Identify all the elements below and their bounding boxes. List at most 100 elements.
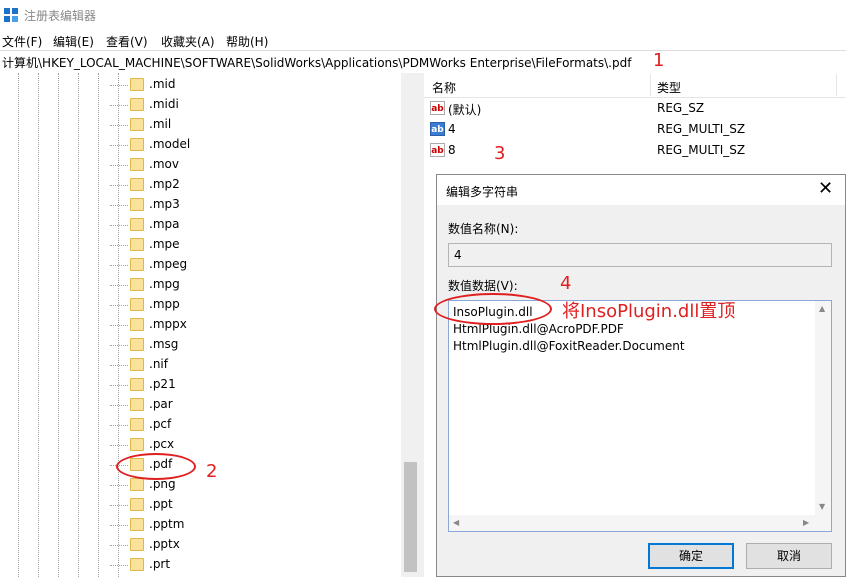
tree-item[interactable]: .pptx (110, 535, 310, 555)
string-value-icon: ab (430, 122, 445, 136)
textarea-vertical-scrollbar[interactable] (815, 301, 831, 515)
tree-item[interactable]: .pcx (110, 435, 310, 455)
tree-item[interactable]: .model (110, 135, 310, 155)
tree-item-label: .prt (149, 557, 171, 571)
folder-icon (130, 398, 144, 411)
folder-icon (130, 78, 144, 91)
tree-item[interactable]: .prt (110, 555, 310, 575)
tree-item[interactable]: .mpeg (110, 255, 310, 275)
scroll-left-icon[interactable]: ◀ (453, 518, 459, 527)
folder-icon (130, 218, 144, 231)
ok-button[interactable]: 确定 (648, 543, 734, 569)
tree-item-label: .mppx (149, 317, 187, 331)
annotation-1: 1 (653, 50, 665, 71)
value-name: 4 (448, 122, 456, 136)
tree-connector (110, 265, 128, 266)
tree-item[interactable]: .midi (110, 95, 310, 115)
tree-connector (110, 325, 128, 326)
tree-item[interactable]: .mpa (110, 215, 310, 235)
window-title: 注册表编辑器 (24, 9, 97, 23)
cancel-button[interactable]: 取消 (746, 543, 832, 569)
tree-connector (110, 285, 128, 286)
folder-icon (130, 498, 144, 511)
scroll-down-icon[interactable]: ▼ (819, 502, 825, 511)
folder-icon (130, 298, 144, 311)
tree-connector (110, 165, 128, 166)
column-header-name[interactable]: 名称 (432, 79, 456, 96)
key-tree[interactable]: .mid .midi .mil .model .mov .mp2 .mp3 .mpa .mpe.… (0, 73, 420, 577)
tree-connector (110, 365, 128, 366)
tree-item[interactable]: .mov (110, 155, 310, 175)
tree-item[interactable]: .mid (110, 75, 310, 95)
close-icon[interactable]: ✕ (818, 178, 833, 199)
tree-item[interactable]: .pptm (110, 515, 310, 535)
textarea-horizontal-scrollbar[interactable] (449, 515, 831, 531)
tree-item-label: .mpp (149, 297, 180, 311)
tree-item-label: .pcf (149, 417, 172, 431)
value-name: 8 (448, 143, 456, 157)
tree-item-label: .midi (149, 97, 179, 111)
tree-connector (110, 105, 128, 106)
tree-connector (110, 245, 128, 246)
menu-help[interactable]: 帮助(H) (226, 33, 268, 50)
column-separator[interactable] (650, 74, 651, 96)
menu-favorites[interactable]: 收藏夹(A) (161, 33, 215, 50)
tree-item[interactable]: .mp2 (110, 175, 310, 195)
folder-icon (130, 338, 144, 351)
tree-connector (110, 345, 128, 346)
tree-item[interactable]: .mil (110, 115, 310, 135)
value-name: (默认) (448, 103, 482, 117)
tree-connector (110, 505, 128, 506)
folder-icon (130, 478, 144, 491)
tree-connector (110, 445, 128, 446)
tree-connector (110, 145, 128, 146)
tree-item-label: .pptx (149, 537, 180, 551)
column-header-type[interactable]: 类型 (657, 79, 681, 96)
tree-item[interactable]: .p21 (110, 375, 310, 395)
tree-item-label: .p21 (149, 377, 176, 391)
tree-item[interactable]: .par (110, 395, 310, 415)
tree-connector (110, 485, 128, 486)
title-bar (0, 0, 846, 30)
string-value-icon: ab (430, 143, 445, 157)
tree-scrollbar-thumb[interactable] (404, 462, 417, 572)
tree-item-label: .mpg (149, 277, 180, 291)
tree-item[interactable]: .pcf (110, 415, 310, 435)
folder-icon (130, 118, 144, 131)
tree-item[interactable]: .msg (110, 335, 310, 355)
folder-icon (130, 438, 144, 451)
tree-connector (110, 385, 128, 386)
tree-item[interactable]: .mpe (110, 235, 310, 255)
folder-icon (130, 558, 144, 571)
tree-item[interactable]: .mp3 (110, 195, 310, 215)
scroll-right-icon[interactable]: ▶ (803, 518, 809, 527)
menu-edit[interactable]: 编辑(E) (53, 33, 94, 50)
dialog-title: 编辑多字符串 (446, 185, 519, 199)
tree-item-label: .mpa (149, 217, 180, 231)
tree-item[interactable]: .nif (110, 355, 310, 375)
folder-icon (130, 258, 144, 271)
tree-item-label: .mid (149, 77, 176, 91)
value-row[interactable]: ab 4 REG_MULTI_SZ (424, 119, 844, 140)
value-row[interactable]: ab (默认) REG_SZ (424, 98, 844, 119)
scroll-up-icon[interactable]: ▲ (819, 304, 825, 313)
tree-item-label: .mpe (149, 237, 180, 251)
value-data-label: 数值数据(V): (448, 279, 518, 293)
address-path[interactable]: 计算机\HKEY_LOCAL_MACHINE\SOFTWARE\SolidWor… (2, 54, 631, 71)
folder-icon (130, 138, 144, 151)
value-name-text: 4 (454, 248, 462, 262)
value-row[interactable]: ab 8 REG_MULTI_SZ (424, 140, 844, 161)
tree-item-label: .par (149, 397, 173, 411)
string-value-icon: ab (430, 101, 445, 115)
folder-icon (130, 418, 144, 431)
tree-item[interactable]: .mppx (110, 315, 310, 335)
menu-view[interactable]: 查看(V) (106, 33, 148, 50)
value-name-field (448, 243, 832, 267)
tree-item[interactable]: .mpp (110, 295, 310, 315)
menu-file[interactable]: 文件(F) (2, 33, 42, 50)
tree-item-label: .nif (149, 357, 168, 371)
data-line[interactable]: HtmlPlugin.dll@FoxitReader.Document (453, 339, 685, 353)
tree-item[interactable]: .mpg (110, 275, 310, 295)
tree-item[interactable]: .ppt (110, 495, 310, 515)
column-separator[interactable] (836, 74, 837, 96)
